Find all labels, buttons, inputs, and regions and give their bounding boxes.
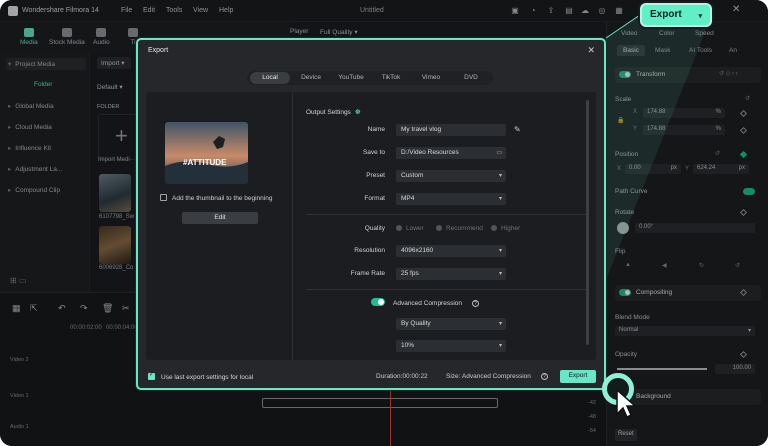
tab-local[interactable]: Local	[250, 72, 290, 84]
checkbox-icon	[160, 194, 167, 201]
use-last-settings-checkbox[interactable]: Use last export settings for local	[148, 371, 253, 381]
chevron-down-icon: ▾	[498, 343, 502, 349]
app-window: Wondershare Filmora 14 File Edit Tools V…	[0, 0, 768, 446]
quality-higher-radio[interactable]: Higher	[491, 225, 520, 232]
resolution-label: Resolution	[354, 247, 385, 254]
export-dialog: Export ✕ Local Device YouTube TikTok Vim…	[136, 38, 606, 390]
frame-rate-label: Frame Rate	[350, 270, 385, 277]
cursor-pointer-icon	[616, 388, 637, 419]
chevron-down-icon: ▾	[698, 13, 702, 20]
export-button[interactable]: Export	[560, 370, 596, 383]
format-select[interactable]: MP4 ▾	[396, 193, 506, 205]
tab-dvd[interactable]: DVD	[451, 74, 491, 81]
compression-mode-select[interactable]: By Quality ▾	[396, 318, 506, 330]
compression-value-select[interactable]: 10% ▾	[396, 340, 506, 352]
duration-text: Duration:00:00:22	[376, 373, 428, 380]
help-icon[interactable]: ?	[472, 300, 480, 307]
chevron-down-icon: ▾	[498, 173, 502, 179]
export-callout-button[interactable]: Export ▾	[640, 3, 712, 27]
ai-rename-icon[interactable]: ✎	[514, 125, 521, 134]
quality-lower-radio[interactable]: Lower	[396, 225, 424, 232]
tab-youtube[interactable]: YouTube	[331, 74, 371, 81]
edit-thumbnail-button[interactable]: Edit	[182, 212, 258, 224]
save-to-label: Save to	[362, 149, 385, 156]
chevron-down-icon: ▾	[498, 271, 502, 277]
help-icon[interactable]: ?	[540, 373, 548, 380]
checkbox-checked-icon	[148, 371, 155, 380]
tab-vimeo[interactable]: Vimeo	[411, 74, 451, 81]
quality-label: Quality	[364, 225, 385, 232]
divider	[306, 214, 586, 215]
export-tabs: Local Device YouTube TikTok Vimeo DVD	[247, 71, 493, 85]
preset-select[interactable]: Custom ▾	[396, 170, 506, 182]
save-to-input[interactable]: D:/Video Resources ▭	[396, 147, 506, 159]
tab-device[interactable]: Device	[291, 74, 331, 81]
preview-caption: #ATTITUDE	[183, 158, 227, 167]
resolution-select[interactable]: 4096x2160 ▾	[396, 245, 506, 257]
quality-recommend-radio[interactable]: Recommend	[436, 225, 483, 232]
size-info: Size: Advanced Compression?	[446, 373, 548, 380]
output-settings-title: Output Settings ☸	[306, 109, 361, 116]
format-label: Format	[364, 195, 385, 202]
advanced-compression-row[interactable]: Advanced Compression?	[371, 298, 480, 307]
frame-rate-select[interactable]: 25 fps ▾	[396, 268, 506, 280]
close-icon[interactable]: ✕	[587, 45, 595, 56]
settings-scrollbar[interactable]	[586, 100, 589, 345]
chevron-down-icon: ▾	[498, 196, 502, 202]
divider	[306, 289, 586, 290]
dialog-title: Export	[148, 47, 169, 54]
name-label: Name	[367, 126, 385, 133]
video-preview: #ATTITUDE	[165, 122, 248, 184]
name-input[interactable]: My travel vlog	[396, 124, 506, 136]
preset-label: Preset	[366, 172, 385, 179]
preview-image	[165, 122, 248, 184]
divider	[292, 92, 293, 360]
folder-icon[interactable]: ▭	[496, 149, 502, 156]
ai-icon: ☸	[354, 109, 361, 116]
chevron-down-icon: ▾	[498, 248, 502, 254]
chevron-down-icon: ▾	[498, 321, 502, 327]
advanced-compression-toggle[interactable]	[371, 298, 385, 306]
dialog-body: #ATTITUDE Add the thumbnail to the begin…	[146, 92, 596, 360]
tab-tiktok[interactable]: TikTok	[371, 74, 411, 81]
thumbnail-checkbox[interactable]: Add the thumbnail to the beginning	[160, 194, 272, 202]
